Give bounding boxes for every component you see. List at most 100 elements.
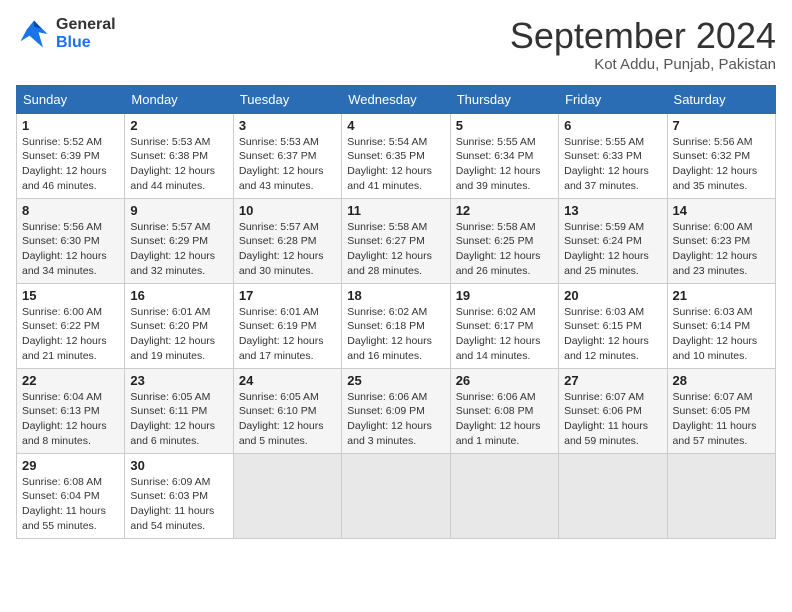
day-info: Sunrise: 6:09 AM Sunset: 6:03 PM Dayligh…	[130, 475, 227, 534]
day-number: 12	[456, 203, 553, 218]
column-header-friday: Friday	[559, 85, 667, 113]
day-number: 5	[456, 118, 553, 133]
day-cell: 17 Sunrise: 6:01 AM Sunset: 6:19 PM Dayl…	[233, 283, 341, 368]
day-cell: 24 Sunrise: 6:05 AM Sunset: 6:10 PM Dayl…	[233, 368, 341, 453]
day-cell: 5 Sunrise: 5:55 AM Sunset: 6:34 PM Dayli…	[450, 113, 558, 198]
month-title: September 2024	[510, 16, 776, 56]
day-info: Sunrise: 5:58 AM Sunset: 6:25 PM Dayligh…	[456, 220, 553, 279]
day-cell: 26 Sunrise: 6:06 AM Sunset: 6:08 PM Dayl…	[450, 368, 558, 453]
day-cell	[559, 453, 667, 538]
day-number: 2	[130, 118, 227, 133]
day-info: Sunrise: 6:01 AM Sunset: 6:20 PM Dayligh…	[130, 305, 227, 364]
day-cell: 4 Sunrise: 5:54 AM Sunset: 6:35 PM Dayli…	[342, 113, 450, 198]
day-info: Sunrise: 6:04 AM Sunset: 6:13 PM Dayligh…	[22, 390, 119, 449]
logo-line1: General	[56, 16, 116, 34]
day-info: Sunrise: 5:53 AM Sunset: 6:38 PM Dayligh…	[130, 135, 227, 194]
day-info: Sunrise: 5:56 AM Sunset: 6:32 PM Dayligh…	[673, 135, 770, 194]
day-number: 26	[456, 373, 553, 388]
day-cell: 1 Sunrise: 5:52 AM Sunset: 6:39 PM Dayli…	[17, 113, 125, 198]
header-row: SundayMondayTuesdayWednesdayThursdayFrid…	[17, 85, 776, 113]
location-subtitle: Kot Addu, Punjab, Pakistan	[510, 56, 776, 73]
day-info: Sunrise: 6:02 AM Sunset: 6:18 PM Dayligh…	[347, 305, 444, 364]
day-number: 23	[130, 373, 227, 388]
day-cell: 8 Sunrise: 5:56 AM Sunset: 6:30 PM Dayli…	[17, 198, 125, 283]
day-info: Sunrise: 6:07 AM Sunset: 6:05 PM Dayligh…	[673, 390, 770, 449]
day-cell: 11 Sunrise: 5:58 AM Sunset: 6:27 PM Dayl…	[342, 198, 450, 283]
day-cell: 3 Sunrise: 5:53 AM Sunset: 6:37 PM Dayli…	[233, 113, 341, 198]
day-number: 11	[347, 203, 444, 218]
day-cell	[233, 453, 341, 538]
day-cell	[450, 453, 558, 538]
day-cell: 13 Sunrise: 5:59 AM Sunset: 6:24 PM Dayl…	[559, 198, 667, 283]
day-cell: 2 Sunrise: 5:53 AM Sunset: 6:38 PM Dayli…	[125, 113, 233, 198]
day-cell: 19 Sunrise: 6:02 AM Sunset: 6:17 PM Dayl…	[450, 283, 558, 368]
week-row-1: 1 Sunrise: 5:52 AM Sunset: 6:39 PM Dayli…	[17, 113, 776, 198]
week-row-5: 29 Sunrise: 6:08 AM Sunset: 6:04 PM Dayl…	[17, 453, 776, 538]
day-info: Sunrise: 5:55 AM Sunset: 6:33 PM Dayligh…	[564, 135, 661, 194]
day-cell: 6 Sunrise: 5:55 AM Sunset: 6:33 PM Dayli…	[559, 113, 667, 198]
day-cell: 23 Sunrise: 6:05 AM Sunset: 6:11 PM Dayl…	[125, 368, 233, 453]
calendar-table: SundayMondayTuesdayWednesdayThursdayFrid…	[16, 85, 776, 539]
day-cell: 12 Sunrise: 5:58 AM Sunset: 6:25 PM Dayl…	[450, 198, 558, 283]
day-number: 14	[673, 203, 770, 218]
day-number: 17	[239, 288, 336, 303]
day-number: 24	[239, 373, 336, 388]
day-number: 13	[564, 203, 661, 218]
day-cell: 15 Sunrise: 6:00 AM Sunset: 6:22 PM Dayl…	[17, 283, 125, 368]
day-info: Sunrise: 6:02 AM Sunset: 6:17 PM Dayligh…	[456, 305, 553, 364]
day-info: Sunrise: 5:57 AM Sunset: 6:29 PM Dayligh…	[130, 220, 227, 279]
day-number: 18	[347, 288, 444, 303]
day-number: 3	[239, 118, 336, 133]
day-cell: 30 Sunrise: 6:09 AM Sunset: 6:03 PM Dayl…	[125, 453, 233, 538]
day-number: 6	[564, 118, 661, 133]
logo-icon	[16, 16, 52, 52]
day-info: Sunrise: 5:52 AM Sunset: 6:39 PM Dayligh…	[22, 135, 119, 194]
day-number: 29	[22, 458, 119, 473]
day-number: 19	[456, 288, 553, 303]
day-cell: 27 Sunrise: 6:07 AM Sunset: 6:06 PM Dayl…	[559, 368, 667, 453]
day-cell: 16 Sunrise: 6:01 AM Sunset: 6:20 PM Dayl…	[125, 283, 233, 368]
day-number: 20	[564, 288, 661, 303]
day-cell: 29 Sunrise: 6:08 AM Sunset: 6:04 PM Dayl…	[17, 453, 125, 538]
day-info: Sunrise: 5:54 AM Sunset: 6:35 PM Dayligh…	[347, 135, 444, 194]
day-cell: 28 Sunrise: 6:07 AM Sunset: 6:05 PM Dayl…	[667, 368, 775, 453]
week-row-3: 15 Sunrise: 6:00 AM Sunset: 6:22 PM Dayl…	[17, 283, 776, 368]
day-cell: 18 Sunrise: 6:02 AM Sunset: 6:18 PM Dayl…	[342, 283, 450, 368]
day-info: Sunrise: 5:56 AM Sunset: 6:30 PM Dayligh…	[22, 220, 119, 279]
column-header-saturday: Saturday	[667, 85, 775, 113]
day-cell: 22 Sunrise: 6:04 AM Sunset: 6:13 PM Dayl…	[17, 368, 125, 453]
day-info: Sunrise: 6:08 AM Sunset: 6:04 PM Dayligh…	[22, 475, 119, 534]
column-header-monday: Monday	[125, 85, 233, 113]
logo: General Blue	[16, 16, 116, 52]
day-number: 21	[673, 288, 770, 303]
column-header-tuesday: Tuesday	[233, 85, 341, 113]
page-header: General Blue September 2024 Kot Addu, Pu…	[16, 16, 776, 73]
day-info: Sunrise: 6:05 AM Sunset: 6:11 PM Dayligh…	[130, 390, 227, 449]
day-info: Sunrise: 5:59 AM Sunset: 6:24 PM Dayligh…	[564, 220, 661, 279]
day-info: Sunrise: 6:00 AM Sunset: 6:22 PM Dayligh…	[22, 305, 119, 364]
day-info: Sunrise: 5:58 AM Sunset: 6:27 PM Dayligh…	[347, 220, 444, 279]
title-block: September 2024 Kot Addu, Punjab, Pakista…	[510, 16, 776, 73]
day-cell: 10 Sunrise: 5:57 AM Sunset: 6:28 PM Dayl…	[233, 198, 341, 283]
day-number: 22	[22, 373, 119, 388]
day-number: 16	[130, 288, 227, 303]
day-number: 8	[22, 203, 119, 218]
day-number: 9	[130, 203, 227, 218]
week-row-2: 8 Sunrise: 5:56 AM Sunset: 6:30 PM Dayli…	[17, 198, 776, 283]
day-info: Sunrise: 5:57 AM Sunset: 6:28 PM Dayligh…	[239, 220, 336, 279]
day-info: Sunrise: 6:03 AM Sunset: 6:14 PM Dayligh…	[673, 305, 770, 364]
day-number: 27	[564, 373, 661, 388]
day-info: Sunrise: 6:01 AM Sunset: 6:19 PM Dayligh…	[239, 305, 336, 364]
day-number: 28	[673, 373, 770, 388]
day-cell: 21 Sunrise: 6:03 AM Sunset: 6:14 PM Dayl…	[667, 283, 775, 368]
day-cell: 9 Sunrise: 5:57 AM Sunset: 6:29 PM Dayli…	[125, 198, 233, 283]
day-info: Sunrise: 6:00 AM Sunset: 6:23 PM Dayligh…	[673, 220, 770, 279]
day-cell: 7 Sunrise: 5:56 AM Sunset: 6:32 PM Dayli…	[667, 113, 775, 198]
day-cell: 20 Sunrise: 6:03 AM Sunset: 6:15 PM Dayl…	[559, 283, 667, 368]
day-cell	[667, 453, 775, 538]
day-number: 4	[347, 118, 444, 133]
column-header-wednesday: Wednesday	[342, 85, 450, 113]
day-info: Sunrise: 5:53 AM Sunset: 6:37 PM Dayligh…	[239, 135, 336, 194]
day-number: 25	[347, 373, 444, 388]
day-info: Sunrise: 5:55 AM Sunset: 6:34 PM Dayligh…	[456, 135, 553, 194]
